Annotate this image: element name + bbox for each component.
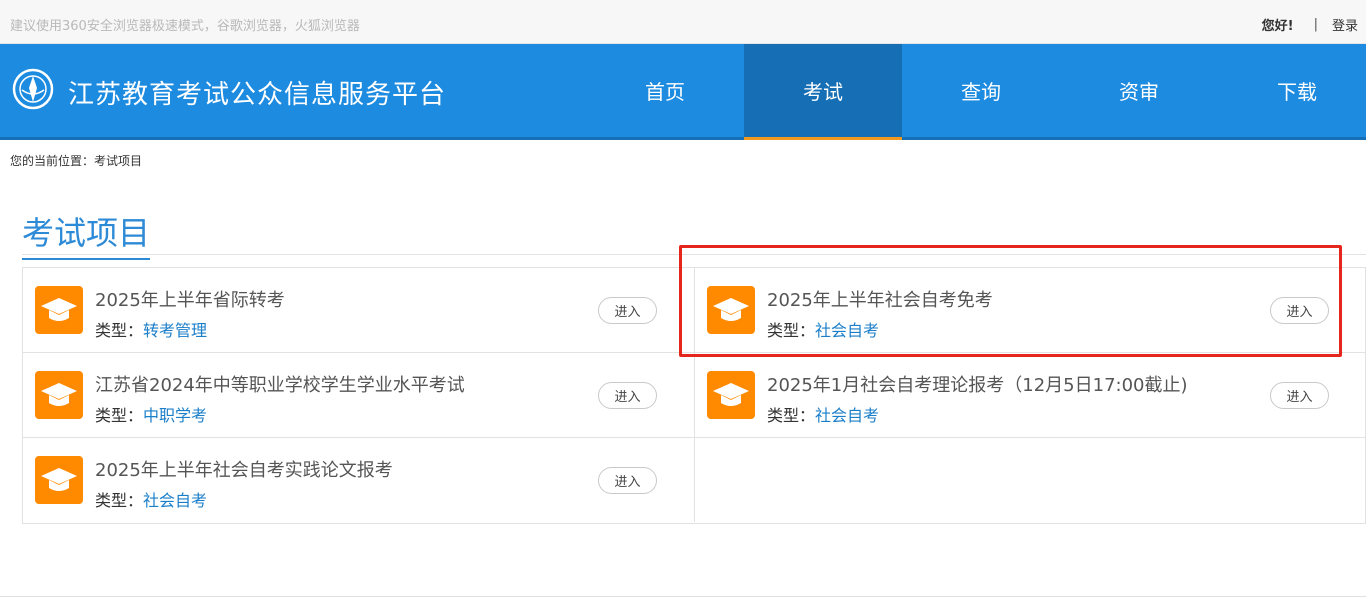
breadcrumb: 您的当前位置：考试项目 (10, 154, 143, 168)
login-link[interactable]: 登录 (1332, 15, 1358, 34)
enter-button[interactable]: 进入 (598, 382, 657, 409)
page-bottom-divider (0, 596, 1366, 597)
exam-title[interactable]: 2025年上半年社会自考实践论文报考 (95, 456, 393, 482)
exam-type: 类型：转考管理 (95, 317, 207, 341)
browser-notice: 建议使用360安全浏览器极速模式，谷歌浏览器，火狐浏览器 (10, 19, 360, 34)
exam-type-label: 类型： (767, 321, 816, 340)
exam-item: 2025年上半年省际转考 类型：转考管理 进入 (23, 268, 694, 352)
exam-row: 2025年上半年省际转考 类型：转考管理 进入 2025年上半年社会自考免考 类… (23, 268, 1365, 353)
exam-type-link[interactable]: 社会自考 (815, 406, 879, 425)
exam-list: 2025年上半年省际转考 类型：转考管理 进入 2025年上半年社会自考免考 类… (22, 267, 1366, 524)
graduation-cap-icon (707, 371, 755, 419)
enter-button[interactable]: 进入 (1270, 382, 1329, 409)
graduation-cap-icon (35, 371, 83, 419)
exam-type-label: 类型： (95, 321, 144, 340)
enter-button[interactable]: 进入 (598, 467, 657, 494)
exam-type: 类型：社会自考 (767, 402, 879, 426)
exam-row: 江苏省2024年中等职业学校学生学业水平考试 类型：中职学考 进入 2025年1… (23, 353, 1365, 438)
graduation-cap-icon (35, 286, 83, 334)
nav-exam[interactable]: 考试 (744, 44, 902, 140)
site-logo-icon[interactable] (12, 68, 54, 110)
enter-button[interactable]: 进入 (1270, 297, 1329, 324)
exam-type-label: 类型： (95, 491, 144, 510)
site-header: 江苏教育考试公众信息服务平台 首页 考试 查询 资审 下载 (0, 44, 1366, 140)
exam-item: 2025年上半年社会自考免考 类型：社会自考 进入 (694, 268, 1365, 352)
exam-item: 2025年上半年社会自考实践论文报考 类型：社会自考 进入 (23, 438, 694, 522)
nav-query[interactable]: 查询 (902, 44, 1060, 137)
exam-title[interactable]: 2025年1月社会自考理论报考（12月5日17:00截止) (767, 371, 1188, 397)
nav-home[interactable]: 首页 (586, 44, 744, 137)
separator: | (1313, 17, 1318, 32)
graduation-cap-icon (707, 286, 755, 334)
nav-review[interactable]: 资审 (1060, 44, 1218, 137)
exam-item: 江苏省2024年中等职业学校学生学业水平考试 类型：中职学考 进入 (23, 353, 694, 437)
page-title: 考试项目 (22, 208, 151, 260)
enter-button[interactable]: 进入 (598, 297, 657, 324)
exam-type-link[interactable]: 中职学考 (143, 406, 207, 425)
exam-type-link[interactable]: 社会自考 (815, 321, 879, 340)
exam-type: 类型：社会自考 (95, 487, 207, 511)
exam-type: 类型：社会自考 (767, 317, 879, 341)
empty-cell (694, 438, 1365, 522)
exam-type: 类型：中职学考 (95, 402, 207, 426)
top-notice-bar: 建议使用360安全浏览器极速模式，谷歌浏览器，火狐浏览器 您好! | 登录 (0, 0, 1366, 44)
nav-download[interactable]: 下载 (1218, 44, 1366, 137)
graduation-cap-icon (35, 456, 83, 504)
main-nav: 首页 考试 查询 资审 下载 (586, 44, 1366, 140)
exam-item: 2025年1月社会自考理论报考（12月5日17:00截止) 类型：社会自考 进入 (694, 353, 1365, 437)
exam-type-link[interactable]: 社会自考 (143, 491, 207, 510)
exam-title[interactable]: 2025年上半年省际转考 (95, 286, 285, 312)
exam-type-label: 类型： (767, 406, 816, 425)
user-area: 您好! | 登录 (1262, 15, 1358, 34)
greeting: 您好! (1261, 19, 1294, 34)
exam-type-label: 类型： (95, 406, 144, 425)
site-title[interactable]: 江苏教育考试公众信息服务平台 (68, 74, 446, 111)
exam-row: 2025年上半年社会自考实践论文报考 类型：社会自考 进入 (23, 438, 1365, 523)
exam-type-link[interactable]: 转考管理 (143, 321, 207, 340)
exam-title[interactable]: 江苏省2024年中等职业学校学生学业水平考试 (95, 371, 465, 397)
section-divider (22, 254, 1366, 255)
exam-title[interactable]: 2025年上半年社会自考免考 (767, 286, 993, 312)
